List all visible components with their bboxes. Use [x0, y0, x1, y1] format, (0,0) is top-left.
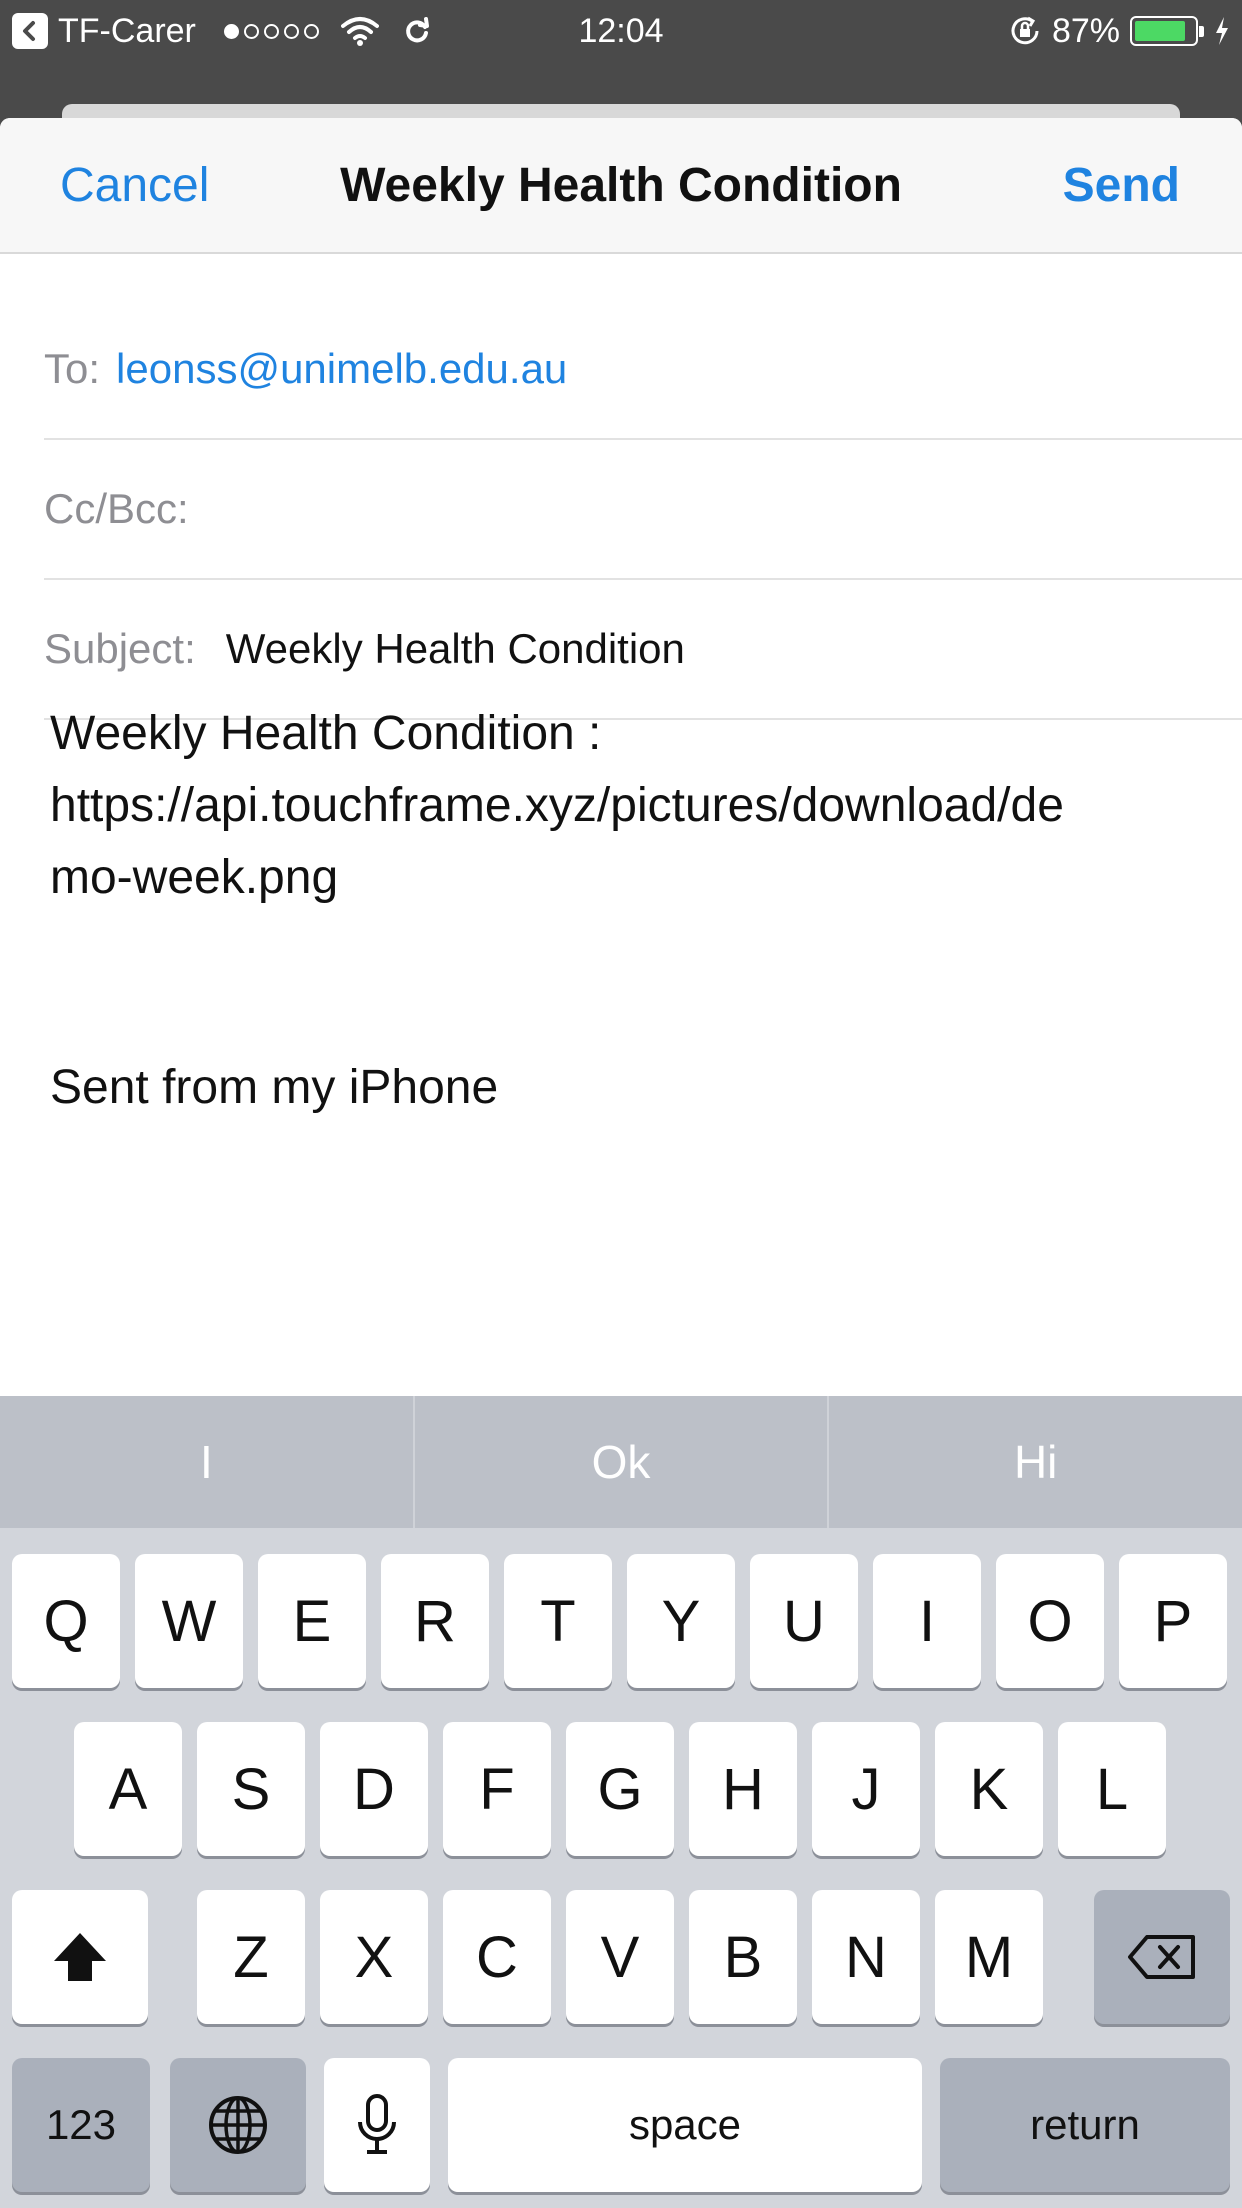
- shift-arrow-icon: [54, 1933, 106, 1981]
- charging-icon: [1214, 16, 1230, 46]
- key-f[interactable]: F: [443, 1722, 551, 1856]
- battery-icon: [1130, 16, 1204, 46]
- predictive-bar: I Ok Hi: [0, 1396, 1242, 1528]
- key-w[interactable]: W: [135, 1554, 243, 1688]
- to-label: To:: [44, 345, 101, 392]
- key-i[interactable]: I: [873, 1554, 981, 1688]
- battery-percent: 87%: [1051, 11, 1120, 50]
- shift-key[interactable]: [12, 1890, 148, 2024]
- message-body[interactable]: Weekly Health Condition : https://api.to…: [50, 698, 1210, 914]
- numbers-key[interactable]: 123: [12, 2058, 150, 2192]
- delete-backspace-icon: [1128, 1935, 1195, 1979]
- return-key[interactable]: return: [940, 2058, 1230, 2192]
- microphone-icon: [358, 2094, 396, 2154]
- key-z[interactable]: Z: [197, 1890, 305, 2024]
- key-j[interactable]: J: [812, 1722, 920, 1856]
- delete-key[interactable]: [1094, 1890, 1230, 2024]
- orientation-lock-icon: [1008, 14, 1042, 48]
- globe-icon: [209, 2096, 267, 2154]
- send-button[interactable]: Send: [1063, 158, 1180, 213]
- key-h[interactable]: H: [689, 1722, 797, 1856]
- subject-input[interactable]: Weekly Health Condition: [226, 625, 685, 673]
- space-key[interactable]: space: [448, 2058, 922, 2192]
- key-l[interactable]: L: [1058, 1722, 1166, 1856]
- key-o[interactable]: O: [996, 1554, 1104, 1688]
- dictation-key[interactable]: [324, 2058, 430, 2192]
- mail-compose-sheet: Cancel Weekly Health Condition Send To: …: [0, 118, 1242, 1396]
- prediction-suggestion[interactable]: Hi: [827, 1396, 1242, 1528]
- key-r[interactable]: R: [381, 1554, 489, 1688]
- compose-title: Weekly Health Condition: [340, 159, 902, 212]
- key-x[interactable]: X: [320, 1890, 428, 2024]
- body-line: mo-week.png: [50, 851, 339, 904]
- cc-bcc-label: Cc/Bcc:: [44, 485, 189, 532]
- key-q[interactable]: Q: [12, 1554, 120, 1688]
- to-recipient[interactable]: leonss@unimelb.edu.au: [116, 345, 567, 393]
- key-d[interactable]: D: [320, 1722, 428, 1856]
- key-s[interactable]: S: [197, 1722, 305, 1856]
- keyboard: I Ok Hi Q W E R T Y U I O P A S D F G H …: [0, 1396, 1242, 2208]
- status-bar: TF-Carer 12:04 87%: [0, 0, 1242, 62]
- key-y[interactable]: Y: [627, 1554, 735, 1688]
- body-line: https://api.touchframe.xyz/pictures/down…: [50, 779, 1064, 832]
- key-b[interactable]: B: [689, 1890, 797, 2024]
- key-k[interactable]: K: [935, 1722, 1043, 1856]
- signature: Sent from my iPhone: [50, 1061, 499, 1114]
- key-t[interactable]: T: [504, 1554, 612, 1688]
- status-right: 87%: [1008, 8, 1230, 54]
- key-e[interactable]: E: [258, 1554, 366, 1688]
- prediction-suggestion[interactable]: Ok: [412, 1396, 828, 1528]
- key-n[interactable]: N: [812, 1890, 920, 2024]
- cc-bcc-field[interactable]: Cc/Bcc:: [44, 440, 1242, 580]
- key-g[interactable]: G: [566, 1722, 674, 1856]
- prediction-suggestion[interactable]: I: [0, 1396, 413, 1528]
- battery-fill: [1135, 21, 1186, 41]
- subject-label: Subject:: [44, 625, 196, 672]
- key-v[interactable]: V: [566, 1890, 674, 2024]
- key-p[interactable]: P: [1119, 1554, 1227, 1688]
- key-a[interactable]: A: [74, 1722, 182, 1856]
- body-line: Weekly Health Condition :: [50, 707, 602, 760]
- key-u[interactable]: U: [750, 1554, 858, 1688]
- to-field[interactable]: To: leonss@unimelb.edu.au: [44, 300, 1242, 440]
- compose-nav-bar: Cancel Weekly Health Condition Send: [0, 118, 1242, 254]
- globe-key[interactable]: [170, 2058, 306, 2192]
- key-c[interactable]: C: [443, 1890, 551, 2024]
- key-m[interactable]: M: [935, 1890, 1043, 2024]
